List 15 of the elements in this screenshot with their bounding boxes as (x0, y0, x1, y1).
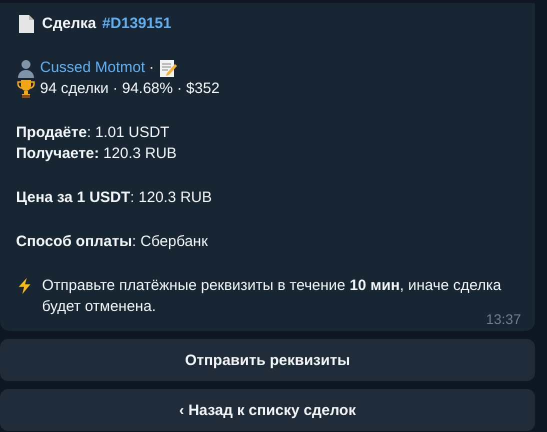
detail-line: Получаете: 120.3 RUB (16, 144, 177, 164)
detail-line: Цена за 1 USDT: 120.3 RUB (16, 188, 212, 208)
seller-link[interactable]: Cussed Motmot (40, 57, 146, 78)
separator-dot: · (149, 58, 154, 78)
seller-stats: 94 сделки · 94.68% · $352 (40, 79, 220, 99)
document-icon (16, 14, 36, 34)
message-title: Сделка (42, 14, 96, 34)
keyboard-button[interactable]: Отправить реквизиты (0, 339, 535, 381)
keyboard-button[interactable]: ‹ Назад к списку сделок (0, 389, 535, 431)
person-icon (16, 58, 36, 78)
detail-line: Способ оплаты: Сбербанк (16, 232, 208, 252)
memo-icon (158, 58, 178, 78)
detail-line: Продаёте: 1.01 USDT (16, 123, 170, 143)
trophy-icon (16, 78, 36, 98)
deal-link[interactable]: #D139151 (102, 13, 172, 34)
